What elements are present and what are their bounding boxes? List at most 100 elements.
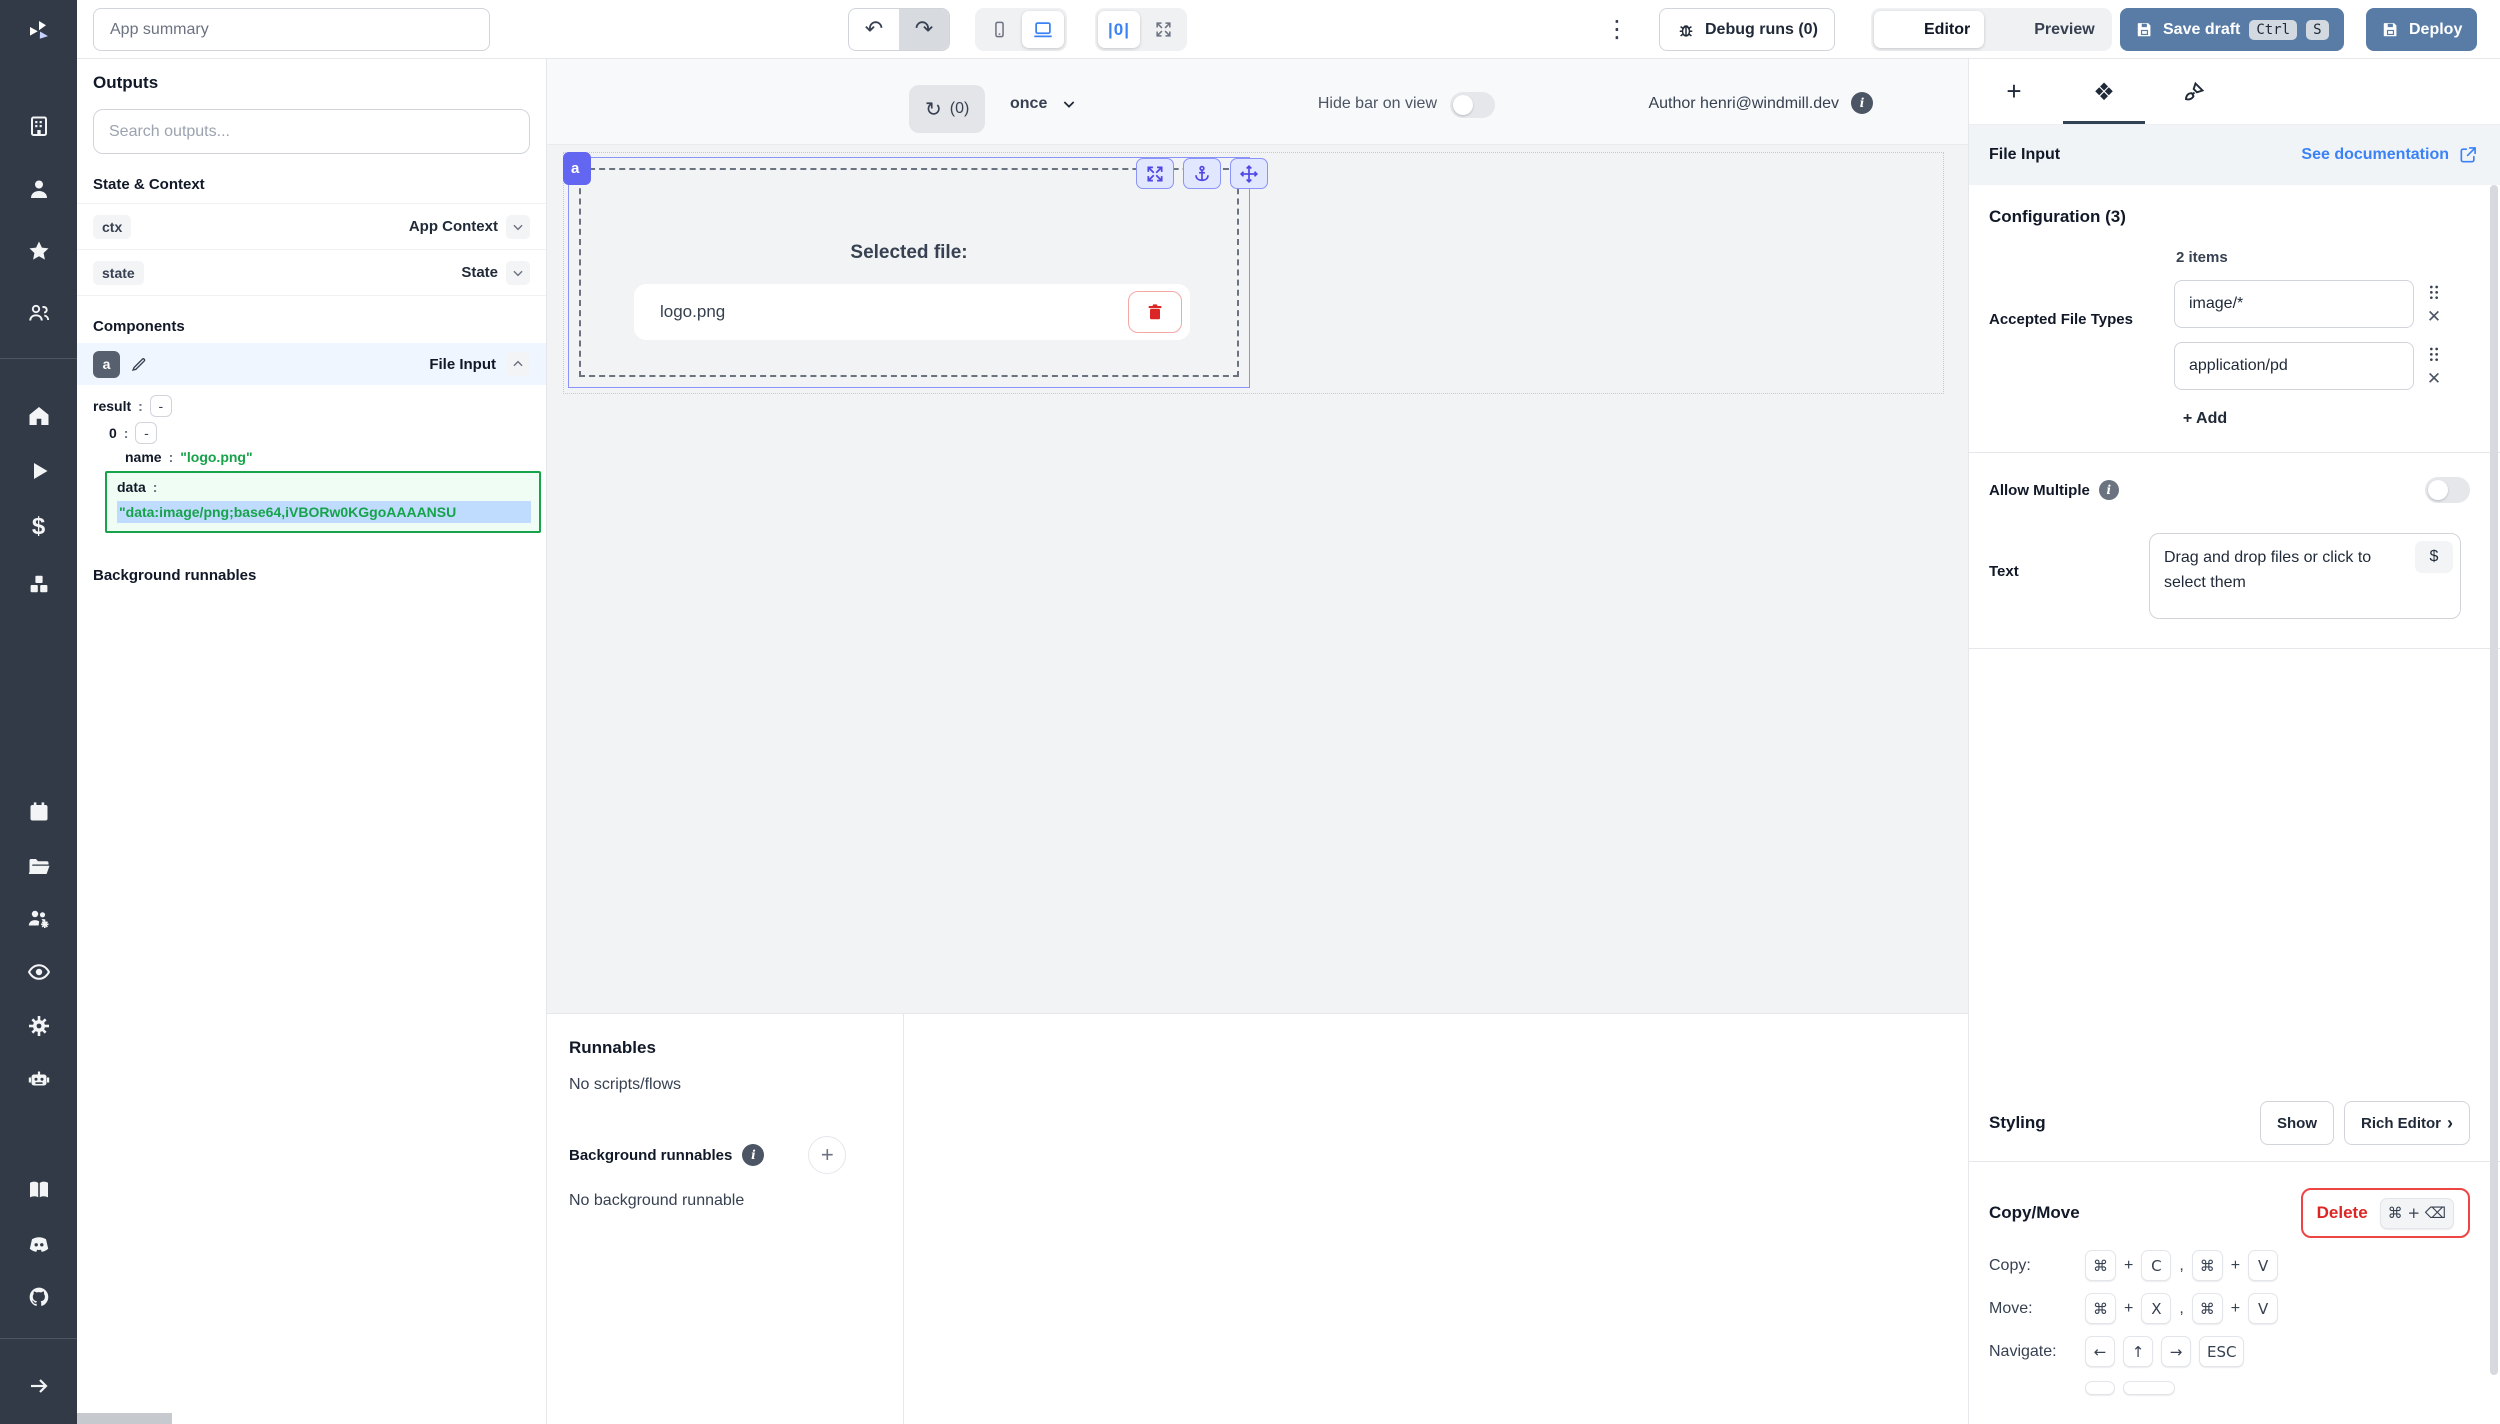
tab-insert-component[interactable]: + xyxy=(1969,59,2059,124)
robot-icon[interactable] xyxy=(26,1066,52,1092)
move-shortcut-row: Move: ⌘ + X , ⌘ + V xyxy=(1989,1293,2470,1324)
tree-value-data: "data:image/png;base64,iVBORw0KGgoAAAANS… xyxy=(117,501,531,523)
selected-component-outline[interactable] xyxy=(568,157,1250,388)
frequency-dropdown[interactable]: once xyxy=(1010,95,1077,113)
app-canvas[interactable]: a Selected file: logo.png xyxy=(547,145,1968,1013)
connect-value-button[interactable]: $ xyxy=(2415,541,2453,573)
tab-preview[interactable]: Preview xyxy=(1984,11,2108,48)
accepted-type-input-2[interactable] xyxy=(2174,342,2414,390)
tree-value-name: "logo.png" xyxy=(180,449,252,465)
refresh-button[interactable]: ↻ (0) xyxy=(909,85,985,133)
see-documentation-link[interactable]: See documentation xyxy=(2301,145,2478,165)
delete-component-button[interactable]: Delete ⌘ + ⌫ xyxy=(2301,1188,2470,1238)
anchor-component-button[interactable] xyxy=(1183,158,1221,189)
star-icon[interactable] xyxy=(26,238,52,264)
info-icon[interactable]: i xyxy=(1851,92,1873,114)
remove-type-button[interactable]: ✕ xyxy=(2427,308,2441,325)
plus-icon: + xyxy=(2006,76,2021,107)
users-gear-icon[interactable] xyxy=(26,906,52,932)
desktop-view-button[interactable] xyxy=(1022,11,1064,48)
no-background-runnable-label: No background runnable xyxy=(569,1192,881,1210)
runnables-panel: Runnables No scripts/flows Background ru… xyxy=(547,1013,1968,1424)
hide-bar-toggle[interactable] xyxy=(1450,92,1495,118)
save-draft-button[interactable]: Save draft Ctrl S xyxy=(2120,8,2344,51)
collapse-result-button[interactable]: - xyxy=(150,395,172,417)
debug-runs-button[interactable]: Debug runs (0) xyxy=(1659,8,1835,51)
fixed-frame-button[interactable]: |0| xyxy=(1098,11,1140,48)
output-row-state[interactable]: state State xyxy=(77,250,546,296)
mobile-view-button[interactable] xyxy=(978,11,1020,48)
component-row-file-input[interactable]: a File Input xyxy=(77,343,546,385)
play-icon[interactable] xyxy=(26,458,52,484)
drag-handle-icon[interactable] xyxy=(2426,346,2442,364)
expand-component-button[interactable] xyxy=(1136,158,1174,189)
tab-component-settings[interactable]: ❖ xyxy=(2059,59,2149,124)
show-styling-button[interactable]: Show xyxy=(2260,1101,2334,1145)
deploy-button[interactable]: Deploy xyxy=(2366,8,2477,51)
doc-link-label: See documentation xyxy=(2301,146,2449,164)
book-icon[interactable] xyxy=(26,1177,52,1203)
dollar-icon[interactable]: $ xyxy=(26,514,52,540)
pencil-icon[interactable] xyxy=(130,355,148,373)
partial-shortcut-row xyxy=(1989,1381,2470,1395)
output-row-ctx[interactable]: ctx App Context xyxy=(77,204,546,250)
remove-type-button[interactable]: ✕ xyxy=(2427,370,2441,387)
arrow-right-icon[interactable] xyxy=(26,1373,52,1399)
undo-button[interactable]: ↶ xyxy=(849,9,899,50)
user-group-icon[interactable] xyxy=(26,300,52,326)
home-icon[interactable] xyxy=(26,403,52,429)
expand-icon xyxy=(1145,164,1165,184)
horizontal-scrollbar-thumb[interactable] xyxy=(77,1413,172,1424)
colon: : xyxy=(169,449,174,465)
frequency-value: once xyxy=(1010,95,1047,113)
save-icon xyxy=(2381,20,2400,39)
tab-styling[interactable] xyxy=(2149,59,2239,124)
data-field-highlight-box[interactable]: data : "data:image/png;base64,iVBORw0KGg… xyxy=(105,471,541,533)
collapse-0-button[interactable]: - xyxy=(135,422,157,444)
kebab-menu-icon[interactable]: ⋮ xyxy=(1605,14,1629,44)
drag-handle-icon[interactable] xyxy=(2426,284,2442,302)
remove-file-button[interactable] xyxy=(1128,291,1182,333)
redo-button[interactable]: ↷ xyxy=(899,9,949,50)
info-icon[interactable]: i xyxy=(742,1144,764,1166)
add-background-runnable-button[interactable]: + xyxy=(808,1136,846,1174)
app-summary-input[interactable] xyxy=(93,8,490,51)
search-outputs-input[interactable] xyxy=(93,109,530,154)
gear-icon[interactable] xyxy=(26,1013,52,1039)
discord-icon[interactable] xyxy=(26,1231,52,1257)
cmd-key: ⌘ xyxy=(2192,1293,2223,1324)
components-icon: ❖ xyxy=(2093,78,2115,106)
ctx-type-label: App Context xyxy=(409,218,498,235)
calendar-icon[interactable] xyxy=(26,799,52,825)
move-component-button[interactable] xyxy=(1230,158,1268,189)
chevron-up-icon[interactable] xyxy=(506,352,530,376)
eye-icon[interactable] xyxy=(26,959,52,985)
rich-editor-button[interactable]: Rich Editor › xyxy=(2344,1101,2470,1145)
delete-kbd-chip: ⌘ + ⌫ xyxy=(2380,1198,2454,1229)
cubes-icon[interactable] xyxy=(26,571,52,597)
s-key-chip: S xyxy=(2306,20,2328,40)
allow-multiple-toggle[interactable] xyxy=(2425,477,2470,503)
tree-key-name: name xyxy=(125,449,162,465)
outputs-panel: Outputs State & Context ctx App Context … xyxy=(77,59,547,1424)
github-icon[interactable] xyxy=(26,1284,52,1310)
tab-editor[interactable]: Editor xyxy=(1874,11,1984,48)
windmill-logo-icon[interactable] xyxy=(26,18,52,44)
accepted-type-input-1[interactable] xyxy=(2174,280,2414,328)
vertical-scrollbar-thumb[interactable] xyxy=(2490,185,2498,1375)
fullscreen-button[interactable] xyxy=(1142,11,1184,48)
state-context-title: State & Context xyxy=(93,176,530,193)
info-icon[interactable]: i xyxy=(2099,480,2119,500)
chevron-down-icon[interactable] xyxy=(506,215,530,239)
user-icon[interactable] xyxy=(26,176,52,202)
building-icon[interactable] xyxy=(26,113,52,139)
folder-icon[interactable] xyxy=(26,854,52,880)
background-runnables-title: Background runnables xyxy=(569,1147,732,1164)
add-file-type-button[interactable]: + Add xyxy=(2085,410,2325,428)
navigate-label: Navigate: xyxy=(1989,1343,2077,1361)
chevron-down-icon[interactable] xyxy=(506,261,530,285)
state-key-chip: state xyxy=(93,261,144,285)
canvas-region: ↻ (0) once Hide bar on view Author henri… xyxy=(547,59,1968,1424)
debug-runs-label: Debug runs (0) xyxy=(1705,21,1818,39)
component-type-title: File Input xyxy=(1989,146,2060,164)
